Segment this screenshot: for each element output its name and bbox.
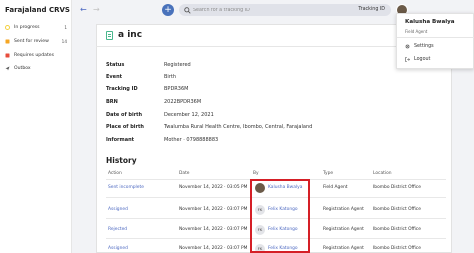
field-label: Event <box>106 74 123 80</box>
document-icon <box>106 30 113 40</box>
settings-menu-item[interactable]: Settings <box>405 44 434 49</box>
field-value: Twalumba Rural Health Centre, Ibombo, Ce… <box>164 124 313 130</box>
search-bar: Tracking ID <box>179 4 391 16</box>
history-action-link[interactable]: Rejected <box>108 227 127 232</box>
history-location: Ibombo District Office <box>373 207 421 212</box>
history-type: Registration Agent <box>323 207 364 212</box>
history-title: History <box>106 156 137 165</box>
sidebar: Farajaland CRVS In progress 1 Sent for r… <box>0 0 72 253</box>
column-header-date: Date <box>179 171 190 176</box>
back-arrow-icon[interactable]: ← <box>80 5 87 14</box>
history-action-link[interactable]: Sent incomplete <box>108 185 144 190</box>
history-location: Ibombo District Office <box>373 227 421 232</box>
field-value: BPDR36M <box>164 86 189 92</box>
column-header-by: By <box>253 171 259 176</box>
history-type: Registration Agent <box>323 227 364 232</box>
logout-menu-item[interactable]: Logout <box>405 57 430 62</box>
column-header-type: Type <box>323 171 334 176</box>
history-date: November 14, 2022 · 03:05 PM <box>179 185 248 190</box>
sidebar-item-outbox[interactable]: Outbox <box>5 63 71 74</box>
by-column-highlight <box>250 179 310 253</box>
field-value: December 12, 2021 <box>164 112 214 118</box>
app-brand: Farajaland CRVS <box>5 6 70 14</box>
column-header-action: Action <box>108 171 122 176</box>
field-value: Registered <box>164 62 191 68</box>
user-menu-role: Field Agent <box>405 29 428 34</box>
user-menu-dropdown: Kalusha Bwalya Field Agent Settings Logo… <box>396 13 474 69</box>
sidebar-item-label: Outbox <box>14 66 31 71</box>
history-location: Ibombo District Office <box>373 246 421 251</box>
user-menu-name: Kalusha Bwalya <box>405 19 455 25</box>
sidebar-item-label: Sent for review <box>14 39 49 44</box>
column-header-location: Location <box>373 171 392 176</box>
history-date: November 14, 2022 · 03:07 PM <box>179 207 248 212</box>
sidebar-item-count: 1 <box>64 25 67 30</box>
sidebar-item-in-progress[interactable]: In progress 1 <box>5 22 71 33</box>
sent-for-review-icon <box>5 39 10 44</box>
history-date: November 14, 2022 · 03:07 PM <box>179 246 248 251</box>
field-label: Status <box>106 62 125 68</box>
new-event-button[interactable]: + <box>162 4 174 16</box>
history-date: November 14, 2022 · 03:07 PM <box>179 227 248 232</box>
settings-label: Settings <box>414 44 434 49</box>
sidebar-item-label: In progress <box>14 25 40 30</box>
divider <box>397 37 474 38</box>
search-input[interactable] <box>193 6 333 14</box>
record-name: a inc <box>118 30 143 40</box>
outbox-icon <box>5 66 10 71</box>
field-label: Tracking ID <box>106 86 138 92</box>
history-type: Registration Agent <box>323 246 364 251</box>
history-action-link[interactable]: Assigned <box>108 246 128 251</box>
sidebar-item-label: Requires updates <box>14 53 54 58</box>
forward-arrow-icon[interactable]: → <box>93 5 100 14</box>
logout-label: Logout <box>414 57 431 62</box>
search-icon <box>184 6 191 14</box>
field-label: Place of birth <box>106 124 144 130</box>
history-type: Field Agent <box>323 185 348 190</box>
field-value: Birth <box>164 74 177 80</box>
logout-icon <box>405 57 410 62</box>
field-value: Mother · 0798888883 <box>164 137 219 143</box>
history-location: Ibombo District Office <box>373 185 421 190</box>
requires-updates-icon <box>5 53 10 58</box>
sidebar-item-requires-updates[interactable]: Requires updates <box>5 50 71 61</box>
search-type-selector[interactable]: Tracking ID <box>358 7 385 12</box>
history-action-link[interactable]: Assigned <box>108 207 128 212</box>
field-label: BRN <box>106 99 118 105</box>
in-progress-icon <box>5 25 10 30</box>
field-label: Date of birth <box>106 112 143 118</box>
sidebar-item-sent-for-review[interactable]: Sent for review 14 <box>5 36 71 47</box>
field-label: Informant <box>106 137 135 143</box>
gear-icon <box>405 44 410 49</box>
sidebar-item-count: 14 <box>61 39 67 44</box>
record-title: a inc <box>106 30 142 40</box>
field-value: 2022BPDR36M <box>164 99 202 105</box>
